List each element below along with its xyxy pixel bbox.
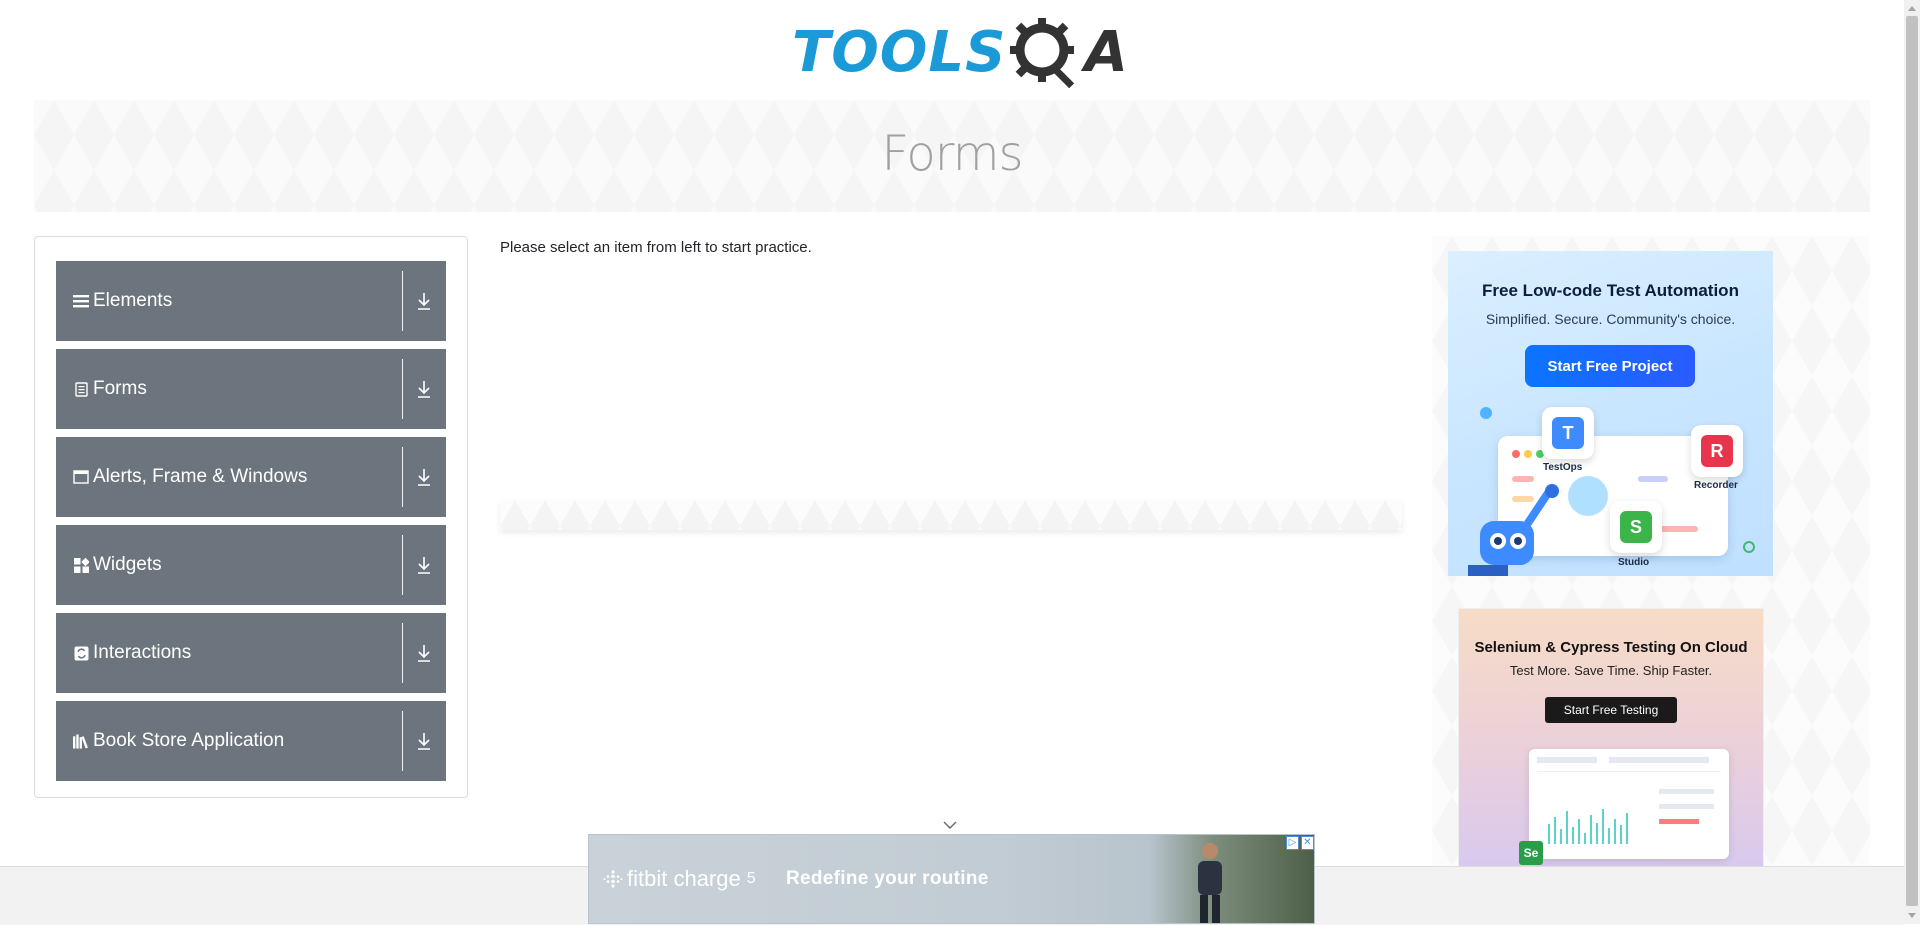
start-free-testing-button[interactable]: Start Free Testing xyxy=(1545,697,1677,723)
fitbit-slogan: Redefine your routine xyxy=(786,868,989,889)
chevron-down-icon[interactable] xyxy=(943,820,957,830)
page-title: Forms xyxy=(881,126,1024,182)
katalon-ad[interactable]: Free Low-code Test Automation Simplified… xyxy=(1448,251,1773,576)
recorder-tile: R xyxy=(1691,425,1743,477)
fitbit-ad[interactable]: fitbit charge 5 Redefine your routine xyxy=(588,834,1315,924)
form-icon xyxy=(73,381,89,397)
fitbit-brand-text: fitbit charge xyxy=(627,866,741,891)
fitbit-dots-icon xyxy=(603,870,623,888)
ad-subtitle: Simplified. Secure. Community's choice. xyxy=(1485,311,1736,327)
sidebar-item-interactions[interactable]: Interactions xyxy=(56,613,446,693)
adchoices-icon[interactable]: ▷ xyxy=(1286,836,1299,850)
testops-tile: T xyxy=(1542,407,1594,459)
scroll-down-icon[interactable] xyxy=(1904,908,1920,924)
download-icon[interactable] xyxy=(416,643,432,663)
ad-title: Free Low-code Test Automation xyxy=(1482,281,1739,300)
studio-tile: S xyxy=(1610,501,1662,553)
left-sidebar: Elements Forms Alerts, Frame & Windows W… xyxy=(34,236,468,798)
sidebar-item-widgets[interactable]: Widgets xyxy=(56,525,446,605)
studio-label: Studio xyxy=(1618,557,1650,568)
download-icon[interactable] xyxy=(416,555,432,575)
widgets-icon xyxy=(73,557,89,573)
gear-magnifier-icon xyxy=(1010,18,1075,89)
list-icon xyxy=(73,293,89,309)
start-free-project-button[interactable]: Start Free Project xyxy=(1525,345,1695,387)
sidebar-item-book-store-application[interactable]: Book Store Application xyxy=(56,701,446,781)
divider xyxy=(402,623,403,683)
interactions-icon xyxy=(73,645,89,661)
scroll-up-icon[interactable] xyxy=(1904,0,1920,16)
close-ad-icon[interactable]: ✕ xyxy=(1301,836,1314,850)
selenium-badge: Se xyxy=(1519,841,1543,865)
page-banner: Forms xyxy=(34,100,1870,212)
divider xyxy=(402,447,403,507)
sidebar-item-elements[interactable]: Elements xyxy=(56,261,446,341)
sidebar-item-label: Interactions xyxy=(93,642,192,663)
fitbit-brand: fitbit charge 5 xyxy=(603,866,756,892)
download-icon[interactable] xyxy=(416,467,432,487)
runner-figure xyxy=(1198,843,1222,923)
divider xyxy=(402,359,403,419)
download-icon[interactable] xyxy=(416,379,432,399)
sidebar-item-forms[interactable]: Forms xyxy=(56,349,446,429)
instruction-text: Please select an item from left to start… xyxy=(500,239,812,256)
books-icon xyxy=(73,733,89,749)
decor-ring xyxy=(1743,541,1755,553)
scrollbar-thumb[interactable] xyxy=(1906,16,1918,906)
lambdatest-ad[interactable]: Selenium & Cypress Testing On Cloud Test… xyxy=(1458,608,1764,868)
ad-subtitle: Test More. Save Time. Ship Faster. xyxy=(1509,663,1713,678)
ad-title: Selenium & Cypress Testing On Cloud xyxy=(1474,639,1748,656)
divider xyxy=(402,271,403,331)
testops-label: TestOps xyxy=(1543,462,1583,473)
toolsqa-logo[interactable]: TOOLS A xyxy=(792,14,1128,90)
divider xyxy=(402,535,403,595)
sidebar-item-label: Elements xyxy=(93,290,173,311)
logo-text: TOOLS xyxy=(792,19,1007,85)
divider xyxy=(402,711,403,771)
download-icon[interactable] xyxy=(416,291,432,311)
ad-placeholder-strip xyxy=(500,500,1402,530)
sidebar-item-label: Book Store Application xyxy=(93,730,285,751)
recorder-label: Recorder xyxy=(1694,480,1738,491)
sidebar-item-alerts-frame-windows[interactable]: Alerts, Frame & Windows xyxy=(56,437,446,517)
window-icon xyxy=(73,469,89,485)
site-header: TOOLS A xyxy=(0,0,1904,100)
fitbit-model: 5 xyxy=(746,870,756,887)
sidebar-item-label: Widgets xyxy=(93,554,162,575)
ad-dashboard-illustration xyxy=(1529,749,1729,859)
download-icon[interactable] xyxy=(416,731,432,751)
sidebar-item-label: Alerts, Frame & Windows xyxy=(93,466,308,487)
decor-dot xyxy=(1480,407,1492,419)
sidebar-item-label: Forms xyxy=(93,378,147,399)
logo-suffix: A xyxy=(1084,19,1128,85)
ad-choices[interactable]: ▷ ✕ xyxy=(1286,836,1314,850)
robot-illustration xyxy=(1468,484,1559,576)
